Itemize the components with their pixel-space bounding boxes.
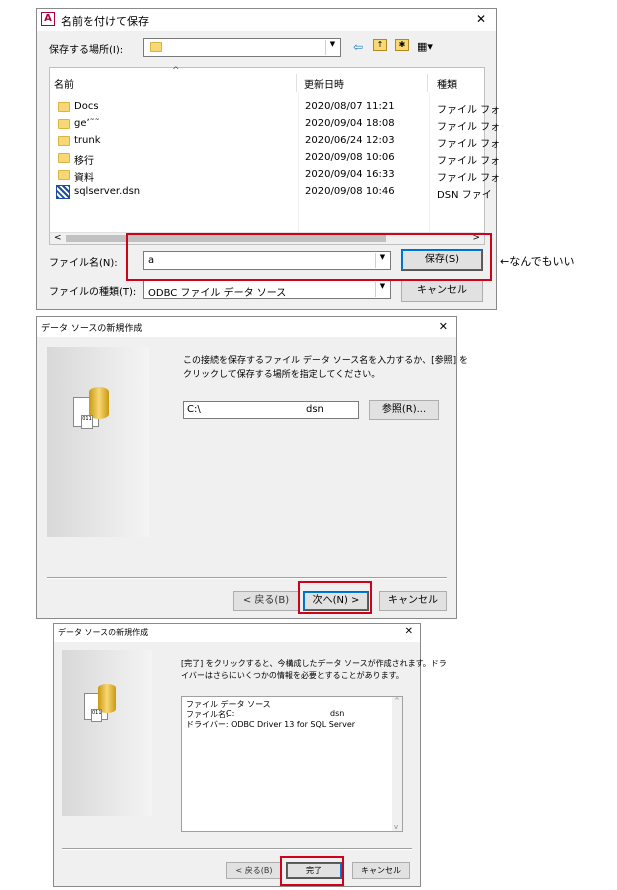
data-source-icon: 011 [84, 684, 124, 724]
folder-icon [150, 42, 162, 52]
list-item-name: trunk [74, 135, 101, 146]
scroll-up-icon[interactable]: ^ [394, 697, 400, 705]
annotation-note: ←なんでもいい [500, 255, 575, 268]
highlight-box [280, 856, 344, 886]
file-list: ^ 名前 更新日時 種類 Docs 2020/08/07 11:21 ファイル … [49, 66, 500, 245]
save-dialog-title: 名前を付けて保存 [61, 15, 149, 28]
summary-filename-suffix: dsn [330, 709, 345, 718]
view-menu-icon[interactable]: ▦▾ [417, 40, 433, 53]
wizard2-title: データ ソースの新規作成 [58, 628, 149, 637]
column-header-type-label: 種類 [437, 80, 457, 91]
list-item-type: DSN ファイ [437, 190, 492, 201]
list-item-type: ファイル フォ [437, 105, 501, 116]
column-header-modified-label: 更新日時 [304, 80, 344, 91]
wizard-side-image: 011 [47, 347, 149, 537]
list-item-type: ファイル フォ [437, 139, 501, 150]
list-item-name: Docs [74, 101, 99, 112]
file-dsn-name-input[interactable]: C:\ dsn [183, 401, 359, 419]
scroll-down-icon[interactable]: v [394, 823, 398, 831]
cancel-button[interactable]: キャンセル [352, 862, 410, 879]
wizard1-titlebar: データ ソースの新規作成 ✕ [37, 317, 456, 337]
list-item-modified: 2020/09/04 18:08 [305, 118, 395, 129]
back-button[interactable]: < 戻る(B) [233, 591, 299, 611]
summary-filename-prefix: C: [226, 709, 235, 718]
column-header-name-label: 名前 [54, 80, 74, 91]
new-data-source-wizard-step2: データ ソースの新規作成 ✕ 011 [完了] をクリックすると、今構成したデー… [53, 623, 447, 887]
folder-icon [58, 102, 70, 112]
summary-driver: ドライバー: ODBC Driver 13 for SQL Server [186, 720, 356, 729]
column-header-name[interactable]: 名前 [50, 74, 297, 92]
list-item-type: ファイル フォ [437, 122, 501, 133]
wizard1-instruction-line2: クリックして保存する場所を指定してください。 [183, 370, 381, 380]
folder-icon [58, 153, 70, 163]
highlight-box [126, 233, 492, 281]
wizard1-separator [47, 577, 447, 579]
filetype-select[interactable]: ODBC ファイル データ ソース ▼ [143, 280, 391, 299]
data-source-icon: 011 [73, 387, 117, 431]
back-button[interactable]: < 戻る(B) [226, 862, 282, 879]
highlight-box [298, 581, 372, 614]
new-folder-icon[interactable]: ✱ [395, 39, 409, 51]
list-item-modified: 2020/06/24 12:03 [305, 135, 395, 146]
list-item-name: 資料 [74, 173, 94, 184]
wizard1-title: データ ソースの新規作成 [41, 324, 143, 334]
list-item[interactable]: trunk 2020/06/24 12:03 ファイル フォ [50, 133, 500, 150]
wizard2-instruction-line2: イバーはさらにいくつかの情報を必要とすることがあります。 [181, 671, 404, 680]
close-icon[interactable]: ✕ [405, 626, 413, 637]
new-data-source-wizard-step1: データ ソースの新規作成 ✕ 011 この接続を保存するファイル データ ソース… [36, 316, 468, 619]
folder-icon [58, 170, 70, 180]
folder-icon [58, 119, 70, 129]
browse-button[interactable]: 参照(R)... [369, 400, 439, 420]
column-header-type[interactable]: 種類 [429, 74, 485, 92]
column-header-modified[interactable]: 更新日時 [298, 74, 428, 92]
filetype-label: ファイルの種類(T): [49, 287, 137, 298]
list-item[interactable]: 資料 2020/09/04 16:33 ファイル フォ [50, 167, 500, 184]
list-item[interactable]: sqlserver.dsn 2020/09/08 10:46 DSN ファイ [50, 184, 492, 201]
chevron-down-icon[interactable]: ▼ [375, 282, 389, 297]
list-item-type: ファイル フォ [437, 173, 501, 184]
up-folder-icon[interactable]: ↑ [373, 39, 387, 51]
list-item[interactable]: Docs 2020/08/07 11:21 ファイル フォ [50, 99, 500, 116]
filetype-value: ODBC ファイル データ ソース [148, 288, 287, 299]
wizard-side-image: 011 [62, 650, 152, 816]
list-item-modified: 2020/09/08 10:06 [305, 152, 395, 163]
chevron-down-icon[interactable]: ▼ [325, 40, 339, 55]
cancel-button[interactable]: キャンセル [379, 591, 447, 611]
list-item-name: 移行 [74, 156, 94, 167]
wizard2-separator [62, 848, 412, 850]
list-item-modified: 2020/09/08 10:46 [305, 186, 395, 197]
dsn-path-prefix: C:\ [187, 404, 201, 415]
folder-icon [58, 136, 70, 146]
close-icon[interactable]: ✕ [439, 320, 448, 333]
dsn-path-suffix: dsn [306, 404, 324, 415]
list-item-type: ファイル フォ [437, 156, 501, 167]
wizard2-instruction-line1: [完了] をクリックすると、今構成したデータ ソースが作成されます。ドラ [181, 659, 447, 668]
list-item-name: sqlserver.dsn [74, 186, 141, 197]
back-arrow-icon[interactable]: ⇦ [353, 40, 363, 54]
filename-label: ファイル名(N): [49, 258, 118, 269]
list-item[interactable]: geʼ˜˜ 2020/09/04 18:08 ファイル フォ [50, 116, 500, 133]
list-item[interactable]: 移行 2020/09/08 10:06 ファイル フォ [50, 150, 500, 167]
dsn-file-icon [56, 185, 70, 199]
wizard2-titlebar: データ ソースの新規作成 ✕ [54, 624, 420, 642]
app-logo-icon: A [41, 12, 55, 26]
summary-textbox[interactable]: ファイル データ ソース ファイル名: C: dsn ドライバー: ODBC D… [181, 696, 403, 832]
list-item-modified: 2020/08/07 11:21 [305, 101, 395, 112]
cancel-button[interactable]: キャンセル [401, 280, 483, 302]
location-combobox[interactable]: ▼ [143, 38, 341, 57]
list-item-name: geʼ˜˜ [74, 118, 100, 129]
wizard1-instruction-line1: この接続を保存するファイル データ ソース名を入力するか、[参照] を [183, 356, 468, 366]
vertical-scrollbar[interactable]: ^ v [392, 697, 402, 831]
location-label: 保存する場所(I): [49, 45, 124, 56]
save-dialog-titlebar: A 名前を付けて保存 ✕ [37, 9, 496, 31]
close-icon[interactable]: ✕ [476, 12, 486, 26]
list-item-modified: 2020/09/04 16:33 [305, 169, 395, 180]
scroll-left-icon[interactable]: < [54, 233, 62, 243]
